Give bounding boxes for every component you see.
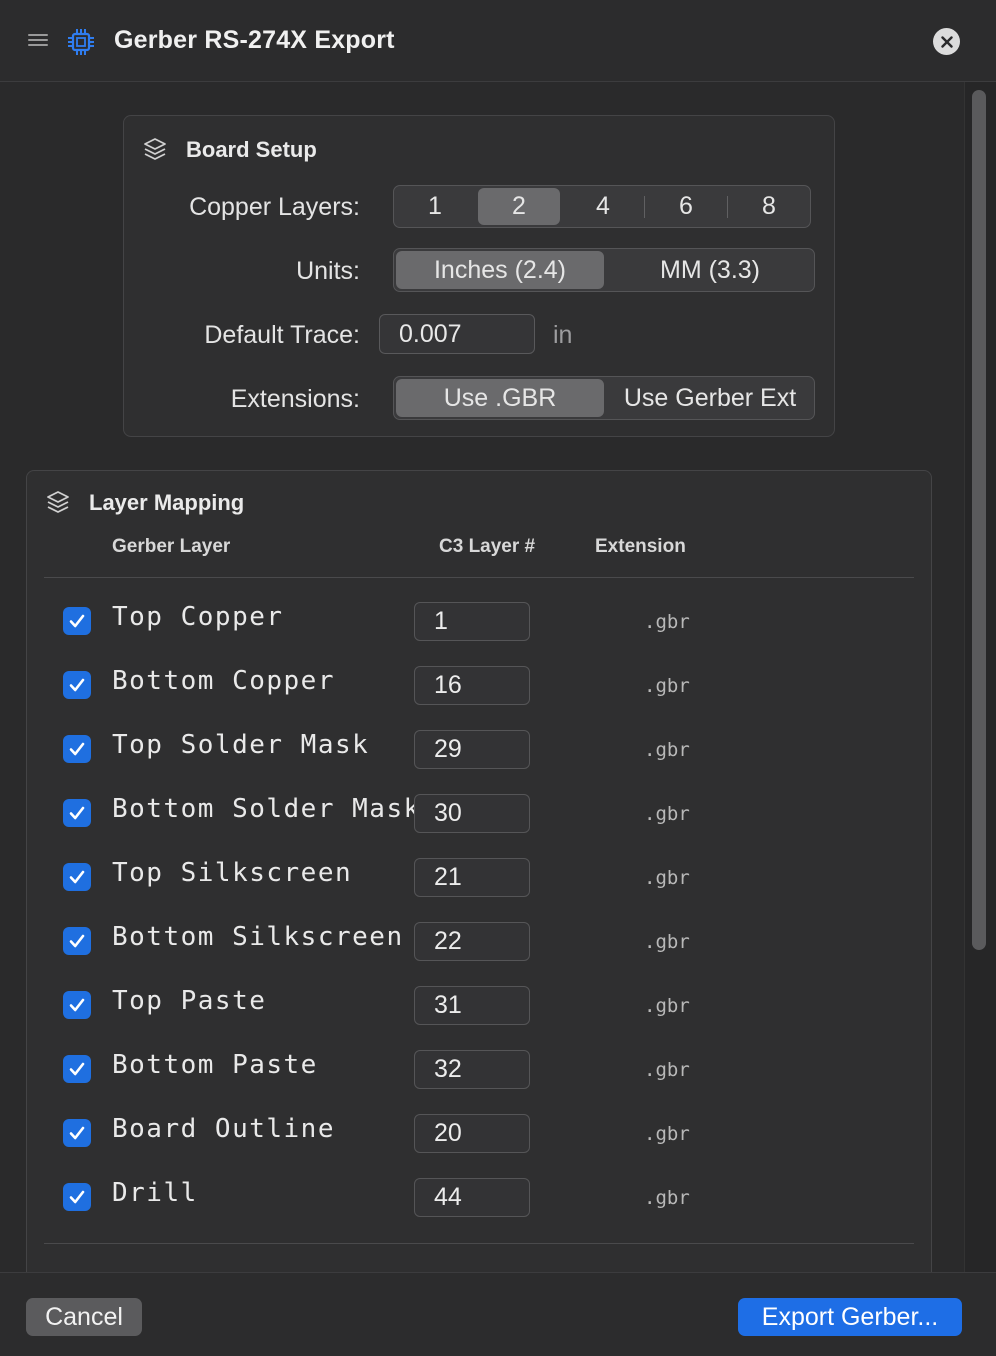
table-row: Drill 44 .gbr bbox=[44, 1158, 914, 1222]
layer-number-input[interactable]: 20 bbox=[414, 1114, 530, 1153]
layer-checkbox[interactable] bbox=[63, 607, 91, 635]
copper-layers-option-2[interactable]: 2 bbox=[478, 188, 560, 225]
layer-checkbox[interactable] bbox=[63, 671, 91, 699]
layer-name: Bottom Solder Mask bbox=[112, 794, 421, 824]
table-row: Bottom Silkscreen 22 .gbr bbox=[44, 902, 914, 966]
chip-icon bbox=[68, 29, 94, 55]
units-label: Units: bbox=[296, 257, 360, 285]
layer-number-input[interactable]: 21 bbox=[414, 858, 530, 897]
default-trace-input[interactable]: 0.007 bbox=[379, 314, 535, 354]
checkmark-icon bbox=[69, 1062, 85, 1076]
layer-checkbox[interactable] bbox=[63, 799, 91, 827]
table-row: Top Copper 1 .gbr bbox=[44, 582, 914, 646]
column-header-c3-layer: C3 Layer # bbox=[439, 536, 536, 557]
layer-extension: .gbr bbox=[644, 1123, 690, 1145]
list-bottom-divider bbox=[44, 1243, 914, 1244]
hamburger-icon[interactable] bbox=[28, 34, 48, 48]
layer-extension: .gbr bbox=[644, 739, 690, 761]
copper-layers-option-6[interactable]: 6 bbox=[645, 186, 727, 227]
layer-extension: .gbr bbox=[644, 995, 690, 1017]
layers-icon bbox=[47, 491, 69, 513]
default-trace-unit: in bbox=[553, 321, 573, 349]
layer-checkbox[interactable] bbox=[63, 735, 91, 763]
table-row: Top Solder Mask 29 .gbr bbox=[44, 710, 914, 774]
checkmark-icon bbox=[69, 806, 85, 820]
layer-number-input[interactable]: 22 bbox=[414, 922, 530, 961]
layer-checkbox[interactable] bbox=[63, 1055, 91, 1083]
layer-name: Top Copper bbox=[112, 602, 284, 632]
layer-extension: .gbr bbox=[644, 1187, 690, 1209]
layer-name: Top Paste bbox=[112, 986, 267, 1016]
layer-number-input[interactable]: 1 bbox=[414, 602, 530, 641]
column-header-gerber-layer: Gerber Layer bbox=[112, 536, 231, 557]
extensions-label: Extensions: bbox=[230, 385, 360, 413]
default-trace-label: Default Trace: bbox=[204, 321, 360, 349]
layer-checkbox[interactable] bbox=[63, 863, 91, 891]
checkmark-icon bbox=[69, 998, 85, 1012]
table-row: Top Silkscreen 21 .gbr bbox=[44, 838, 914, 902]
layer-checkbox[interactable] bbox=[63, 1183, 91, 1211]
units-segmented: Inches (2.4) MM (3.3) bbox=[393, 248, 815, 292]
layer-checkbox[interactable] bbox=[63, 927, 91, 955]
copper-layers-option-8[interactable]: 8 bbox=[728, 186, 810, 227]
layer-extension: .gbr bbox=[644, 867, 690, 889]
layer-checkbox[interactable] bbox=[63, 1119, 91, 1147]
layer-checkbox[interactable] bbox=[63, 991, 91, 1019]
board-setup-title: Board Setup bbox=[186, 137, 317, 162]
layer-extension: .gbr bbox=[644, 611, 690, 633]
layer-mapping-title: Layer Mapping bbox=[89, 490, 245, 515]
checkmark-icon bbox=[69, 934, 85, 948]
extensions-option-gbr[interactable]: Use .GBR bbox=[396, 379, 604, 417]
layer-number-input[interactable]: 31 bbox=[414, 986, 530, 1025]
layer-name: Bottom Copper bbox=[112, 666, 335, 696]
layer-extension: .gbr bbox=[644, 803, 690, 825]
table-row: Bottom Paste 32 .gbr bbox=[44, 1030, 914, 1094]
layer-name: Bottom Paste bbox=[112, 1050, 318, 1080]
layer-number-input[interactable]: 30 bbox=[414, 794, 530, 833]
copper-layers-label: Copper Layers: bbox=[189, 193, 360, 221]
table-row: Bottom Copper 16 .gbr bbox=[44, 646, 914, 710]
scrollbar-thumb[interactable] bbox=[972, 90, 986, 950]
checkmark-icon bbox=[69, 1190, 85, 1204]
layer-name: Top Silkscreen bbox=[112, 858, 353, 888]
title-bar: Gerber RS-274X Export bbox=[0, 0, 996, 82]
layer-number-input[interactable]: 29 bbox=[414, 730, 530, 769]
layer-extension: .gbr bbox=[644, 675, 690, 697]
units-option-mm[interactable]: MM (3.3) bbox=[606, 249, 814, 291]
layer-name: Bottom Silkscreen bbox=[112, 922, 404, 952]
layer-name: Board Outline bbox=[112, 1114, 335, 1144]
layer-extension: .gbr bbox=[644, 1059, 690, 1081]
layer-number-input[interactable]: 44 bbox=[414, 1178, 530, 1217]
close-button[interactable] bbox=[933, 28, 960, 55]
table-row: Board Outline 20 .gbr bbox=[44, 1094, 914, 1158]
header-divider bbox=[44, 577, 914, 578]
units-option-inches[interactable]: Inches (2.4) bbox=[396, 251, 604, 289]
layer-name: Drill bbox=[112, 1178, 198, 1208]
layer-name: Top Solder Mask bbox=[112, 730, 370, 760]
copper-layers-option-4[interactable]: 4 bbox=[562, 186, 644, 227]
close-icon bbox=[940, 35, 953, 48]
layers-icon bbox=[144, 138, 166, 160]
checkmark-icon bbox=[69, 614, 85, 628]
extensions-segmented: Use .GBR Use Gerber Ext bbox=[393, 376, 815, 420]
layer-extension: .gbr bbox=[644, 931, 690, 953]
cancel-button[interactable]: Cancel bbox=[26, 1298, 142, 1336]
table-row: Top Paste 31 .gbr bbox=[44, 966, 914, 1030]
checkmark-icon bbox=[69, 1126, 85, 1140]
copper-layers-segmented: 1 2 4 6 8 bbox=[393, 185, 811, 228]
column-header-extension: Extension bbox=[595, 536, 686, 557]
layer-number-input[interactable]: 16 bbox=[414, 666, 530, 705]
checkmark-icon bbox=[69, 870, 85, 884]
extensions-option-gerber-ext[interactable]: Use Gerber Ext bbox=[606, 377, 814, 419]
export-gerber-button[interactable]: Export Gerber... bbox=[738, 1298, 962, 1336]
checkmark-icon bbox=[69, 742, 85, 756]
window-title: Gerber RS-274X Export bbox=[114, 26, 395, 54]
table-row: Bottom Solder Mask 30 .gbr bbox=[44, 774, 914, 838]
layer-number-input[interactable]: 32 bbox=[414, 1050, 530, 1089]
copper-layers-option-1[interactable]: 1 bbox=[394, 186, 476, 227]
checkmark-icon bbox=[69, 678, 85, 692]
